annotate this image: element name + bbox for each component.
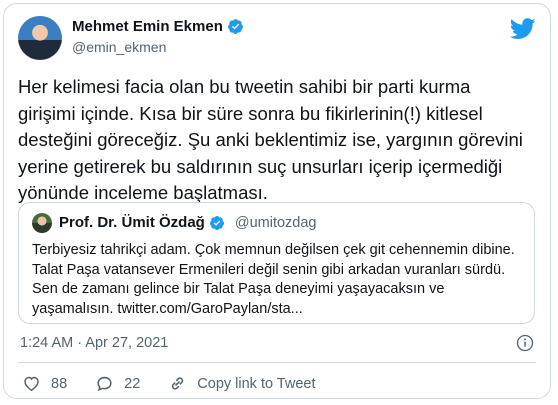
reply-icon[interactable] [95,374,114,393]
copy-link-label[interactable]: Copy link to Tweet [197,376,315,392]
author-handle[interactable]: @emin_ekmen [72,39,166,55]
action-bar: 88 22 Copy link to Tweet [22,374,344,393]
like-action[interactable]: 88 [22,374,67,393]
quoted-tweet[interactable]: Prof. Dr. Ümit Özdağ @umitozdag Terbiyes… [18,202,535,324]
twitter-bird-icon[interactable] [510,18,536,40]
like-count: 88 [51,375,68,392]
copy-link-action[interactable]: Copy link to Tweet [168,374,316,393]
link-icon[interactable] [168,374,187,393]
author-avatar[interactable] [18,16,62,60]
quoted-author-avatar [32,213,52,233]
reply-count: 22 [124,375,141,392]
verified-badge-icon [209,215,224,230]
author-name[interactable]: Mehmet Emin Ekmen [72,18,223,35]
tweet-card: Mehmet Emin Ekmen @emin_ekmen Her kelime… [3,3,551,399]
reply-action[interactable]: 22 [95,374,140,393]
quoted-author-row: Prof. Dr. Ümit Özdağ @umitozdag [59,214,316,231]
info-icon[interactable] [516,334,534,352]
tweet-text: Her kelimesi facia olan bu tweetin sahib… [18,76,523,203]
divider [18,362,536,363]
heart-icon[interactable] [22,374,41,393]
verified-badge-icon [227,19,243,34]
author-name-row[interactable]: Mehmet Emin Ekmen [72,18,244,35]
quoted-tweet-text: Terbiyesiz tahrikçi adam. Çok memnun değ… [32,242,515,317]
quoted-author-name: Prof. Dr. Ümit Özdağ [59,214,205,231]
quoted-author-handle: @umitozdag [234,214,317,231]
tweet-timestamp[interactable]: 1:24 AM · Apr 27, 2021 [20,335,168,351]
